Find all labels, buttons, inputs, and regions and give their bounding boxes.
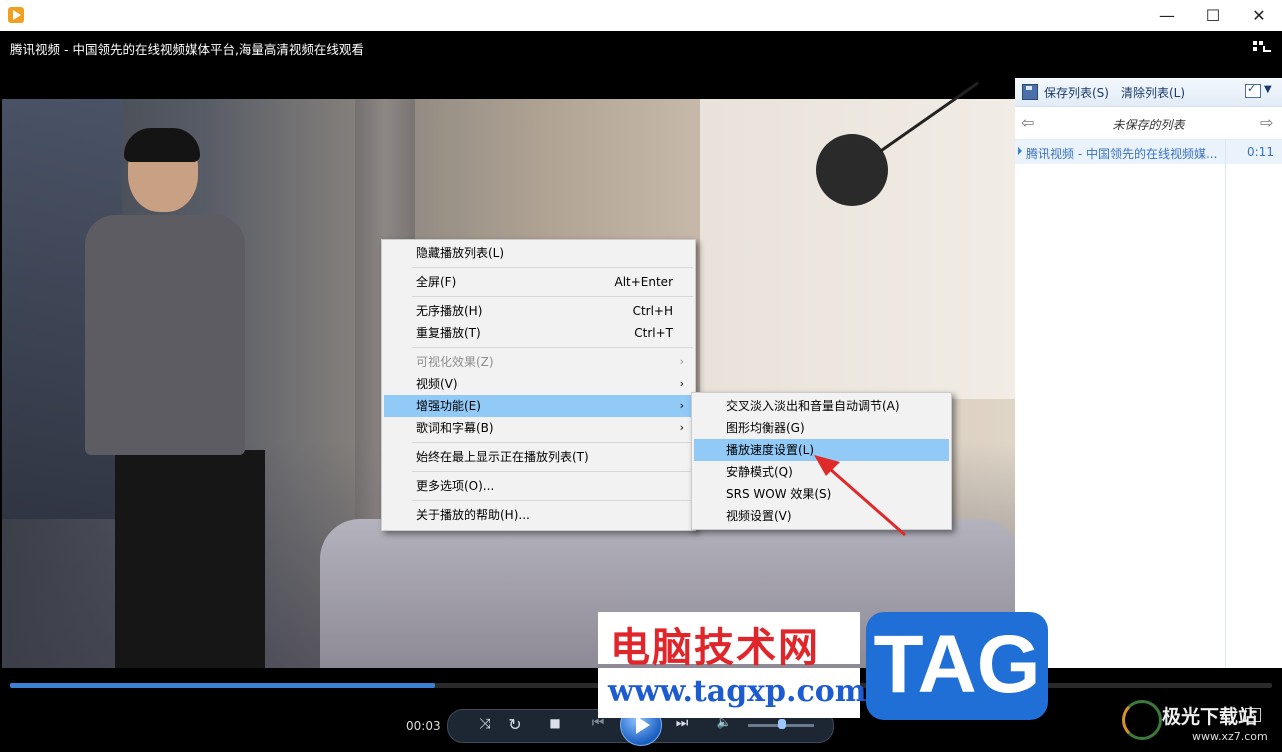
- playlist-toolbar: 保存列表(S) 清除列表(L) ▼: [1015, 78, 1282, 107]
- repeat-icon[interactable]: ↻: [505, 715, 525, 734]
- playlist-column-divider: [1225, 140, 1226, 668]
- now-playing-icon: [1018, 147, 1022, 155]
- menu-item-hide-playlist[interactable]: 隐藏播放列表(L): [384, 242, 693, 264]
- submenu-arrow-icon: ›: [679, 377, 684, 390]
- menu-item-always-on-top[interactable]: 始终在最上显示正在播放列表(T): [384, 446, 693, 468]
- next-list-icon[interactable]: ⇨: [1260, 113, 1273, 132]
- watermark-site2-name: 极光下载站: [1162, 706, 1258, 728]
- video-title: 腾讯视频 - 中国领先的在线视频媒体平台,海量高清视频在线观看: [10, 42, 364, 57]
- maximize-button[interactable]: ☐: [1190, 0, 1236, 31]
- media-player-app-icon: [8, 7, 24, 23]
- playlist-item[interactable]: 腾讯视频 - 中国领先的在线视频媒... 0:11: [1015, 140, 1282, 164]
- list-options-dropdown-icon[interactable]: ▼: [1264, 84, 1272, 95]
- playlist-nav: 未保存的列表 ⇦ ⇨: [1015, 107, 1282, 140]
- watermark-site-name: 电脑技术网: [610, 625, 820, 671]
- menu-separator: [412, 347, 693, 348]
- submenu-arrow-icon: ›: [679, 355, 684, 368]
- close-button[interactable]: ✕: [1236, 0, 1282, 31]
- playlist-panel: 保存列表(S) 清除列表(L) ▼ 未保存的列表 ⇦ ⇨ 腾讯视频 - 中国领先…: [1015, 31, 1282, 668]
- menu-item-enhancements[interactable]: 增强功能(E) ›: [384, 395, 693, 417]
- menu-item-fullscreen[interactable]: 全屏(F) Alt+Enter: [384, 271, 693, 293]
- watermark-tag-text: TAG: [873, 619, 1041, 710]
- watermark-url: www.tagxp.com: [608, 674, 867, 709]
- playlist-name: 未保存的列表: [1112, 118, 1185, 132]
- menu-separator: [412, 471, 693, 472]
- menu-item-video[interactable]: 视频(V) ›: [384, 373, 693, 395]
- switch-view-icon[interactable]: [1253, 41, 1271, 55]
- minimize-button[interactable]: —: [1144, 0, 1190, 31]
- submenu-item-graphic-equalizer[interactable]: 图形均衡器(G): [694, 417, 949, 439]
- menu-item-more-options[interactable]: 更多选项(O)...: [384, 475, 693, 497]
- context-menu: 隐藏播放列表(L) 全屏(F) Alt+Enter 无序播放(H) Ctrl+H…: [381, 239, 696, 531]
- seek-bar-progress: [10, 683, 436, 688]
- menu-item-shuffle[interactable]: 无序播放(H) Ctrl+H: [384, 300, 693, 322]
- video-scene-person-shirt: [85, 215, 245, 455]
- stop-icon[interactable]: ■: [545, 716, 565, 730]
- video-scene-person-legs: [115, 450, 265, 668]
- annotation-arrow-icon: [814, 455, 906, 537]
- video-scene-person-hair: [124, 128, 200, 162]
- menu-item-playback-help[interactable]: 关于播放的帮助(H)...: [384, 504, 693, 526]
- menu-item-repeat[interactable]: 重复播放(T) Ctrl+T: [384, 322, 693, 344]
- menu-separator: [412, 267, 693, 268]
- menu-separator: [412, 442, 693, 443]
- shuffle-icon[interactable]: ⤨: [475, 716, 495, 732]
- submenu-arrow-icon: ›: [679, 399, 684, 412]
- watermark-logo-icon: [1122, 700, 1162, 740]
- elapsed-time: 00:03: [406, 719, 441, 733]
- menu-separator: [412, 500, 693, 501]
- playlist-item-duration: 0:11: [1247, 145, 1274, 159]
- list-options-icon[interactable]: [1245, 82, 1261, 98]
- playlist-panel-header: [1015, 31, 1282, 78]
- save-list-button[interactable]: 保存列表(S): [1044, 84, 1109, 101]
- watermark-site2-url: www.xz7.com: [1192, 730, 1268, 743]
- video-scene-lamp: [816, 134, 888, 206]
- menu-item-visualizations: 可视化效果(Z) ›: [384, 351, 693, 373]
- clear-list-button[interactable]: 清除列表(L): [1121, 84, 1185, 101]
- menu-item-lyrics-subtitles[interactable]: 歌词和字幕(B) ›: [384, 417, 693, 439]
- window-titlebar: — ☐ ✕: [0, 0, 1282, 31]
- submenu-arrow-icon: ›: [679, 421, 684, 434]
- menu-separator: [412, 296, 693, 297]
- previous-list-icon[interactable]: ⇦: [1021, 113, 1034, 132]
- save-list-icon[interactable]: [1022, 84, 1038, 100]
- playlist-item-title: 腾讯视频 - 中国领先的在线视频媒...: [1026, 147, 1218, 161]
- submenu-item-crossfade[interactable]: 交叉淡入淡出和音量自动调节(A): [694, 395, 949, 417]
- volume-slider-thumb[interactable]: [778, 719, 787, 729]
